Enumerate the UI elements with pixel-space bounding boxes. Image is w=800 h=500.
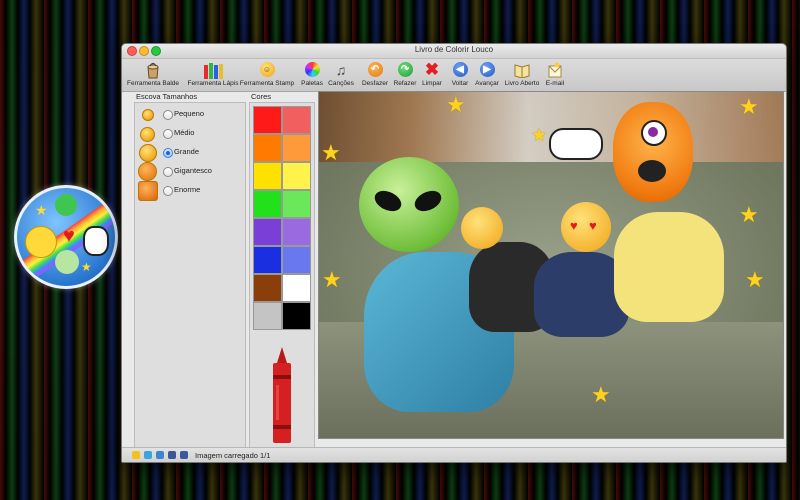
color-swatch[interactable] [282, 274, 311, 302]
color-swatch[interactable] [253, 246, 282, 274]
stamp-face-icon: ☺ [259, 62, 275, 77]
brush-size-small[interactable]: Pequeno [135, 106, 245, 124]
undo-button[interactable]: ↶ Desfazer [360, 60, 390, 90]
facebook-like-icon[interactable] [168, 451, 176, 459]
color-swatch[interactable] [253, 162, 282, 190]
drawing-canvas[interactable]: ♥ ♥ ★ ★ ★ ★ ★ ★ ★ ★ [318, 91, 784, 439]
color-swatch[interactable] [253, 274, 282, 302]
star-stamp[interactable]: ★ [321, 140, 341, 166]
star-stamp[interactable]: ★ [745, 267, 765, 293]
brush-size-huge[interactable]: Gigantesco [135, 162, 245, 181]
brush-size-small-radio[interactable] [163, 110, 173, 120]
colors-panel: Cores [249, 92, 315, 450]
star-stamp[interactable]: ★ [531, 125, 547, 146]
color-swatch[interactable] [282, 106, 311, 134]
color-swatch[interactable] [253, 106, 282, 134]
status-bar: Imagem carregado 1/1 [122, 447, 786, 462]
selected-crayon-icon [273, 347, 291, 443]
back-arrow-icon: ◀ [452, 62, 468, 77]
app-window: Livro de Colorir Louco Ferramenta Balde … [121, 43, 787, 463]
color-swatch[interactable] [253, 218, 282, 246]
heart-icon: ♥ [63, 225, 75, 247]
open-book-button[interactable]: Livro Aberto [503, 60, 541, 90]
stamp-tool-button[interactable]: ☺ Ferramenta Stamp [238, 60, 296, 90]
enormous-face-icon [138, 181, 158, 201]
music-note-icon: ♫ [335, 61, 347, 78]
twitter-icon[interactable] [144, 451, 152, 459]
star-stamp[interactable]: ★ [591, 382, 611, 408]
color-swatch[interactable] [282, 162, 311, 190]
brush-size-enormous-radio[interactable] [163, 186, 173, 196]
app-dock-icon[interactable]: ♥ ★ ★ [14, 185, 118, 289]
brush-size-enormous[interactable]: Enorme [135, 181, 245, 201]
back-button[interactable]: ◀ Voltar [447, 60, 473, 90]
star-share-icon[interactable] [132, 451, 140, 459]
undo-icon: ↶ [367, 62, 383, 77]
brush-sizes-title: Escova Tamanhos [136, 92, 198, 101]
email-button[interactable]: E-mail [542, 60, 568, 90]
redo-icon: ↷ [397, 62, 413, 77]
open-book-icon [514, 63, 530, 78]
alien-stamp[interactable] [359, 157, 459, 252]
color-swatch[interactable] [253, 302, 282, 330]
title-bar: Livro de Colorir Louco [122, 44, 786, 59]
redo-button[interactable]: ↷ Refazer [392, 60, 418, 90]
palettes-button[interactable]: Paletas [300, 60, 324, 90]
heart-eyes-face-stamp[interactable]: ♥ ♥ [561, 202, 611, 252]
penguin-icon [83, 226, 109, 256]
star-stamp[interactable]: ★ [322, 267, 342, 293]
status-text: Imagem carregado 1/1 [195, 451, 271, 460]
clear-x-icon: ✖ [424, 60, 440, 79]
paint-bucket-tool-button[interactable]: Ferramenta Balde [124, 60, 182, 90]
brush-size-huge-radio[interactable] [163, 167, 173, 177]
color-swatch[interactable] [282, 302, 311, 330]
brush-size-medium[interactable]: Médio [135, 125, 245, 143]
star-stamp[interactable]: ★ [739, 94, 759, 120]
color-swatch[interactable] [253, 190, 282, 218]
color-swatch[interactable] [282, 218, 311, 246]
pencil-tool-button[interactable]: Ferramenta Lápis [186, 60, 240, 90]
facebook-icon[interactable] [180, 451, 188, 459]
brush-sizes-panel: Escova Tamanhos Pequeno Médio Grande Gig… [134, 92, 246, 450]
wink-face-stamp[interactable] [461, 207, 503, 249]
large-face-icon [139, 144, 157, 162]
colors-title: Cores [251, 92, 272, 101]
window-title: Livro de Colorir Louco [414, 45, 494, 54]
brush-size-large-radio[interactable] [163, 148, 173, 158]
rain-cloud-stamp[interactable] [549, 128, 603, 160]
brush-size-medium-radio[interactable] [163, 129, 173, 139]
color-swatch[interactable] [282, 190, 311, 218]
small-face-icon [142, 109, 154, 121]
twitter-icon[interactable] [156, 451, 164, 459]
star-stamp[interactable]: ★ [739, 202, 759, 228]
star-icon: ★ [81, 260, 92, 274]
clear-button[interactable]: ✖ Limpar [419, 60, 445, 90]
email-icon [548, 62, 562, 77]
huge-face-icon [138, 162, 157, 181]
star-stamp[interactable]: ★ [446, 92, 466, 118]
songs-button[interactable]: ♫ Canções [326, 60, 356, 90]
green-monster-icon [55, 194, 77, 216]
child-figure [614, 212, 724, 322]
medium-face-icon [140, 127, 155, 142]
crayons-icon [204, 62, 223, 79]
palette-icon [304, 62, 320, 77]
toolbar: Ferramenta Balde Ferramenta Lápis ☺ Ferr… [122, 59, 786, 92]
color-swatch[interactable] [282, 134, 311, 162]
brush-size-large[interactable]: Grande [135, 144, 245, 162]
paint-bucket-icon [147, 62, 159, 78]
alien-face-icon [55, 250, 79, 274]
color-swatch[interactable] [282, 246, 311, 274]
star-icon: ★ [35, 202, 48, 218]
color-swatch[interactable] [253, 134, 282, 162]
forward-button[interactable]: ▶ Avançar [473, 60, 501, 90]
forward-arrow-icon: ▶ [479, 62, 495, 77]
smiley-face-icon [25, 226, 57, 258]
orange-monster-stamp[interactable] [613, 102, 693, 202]
